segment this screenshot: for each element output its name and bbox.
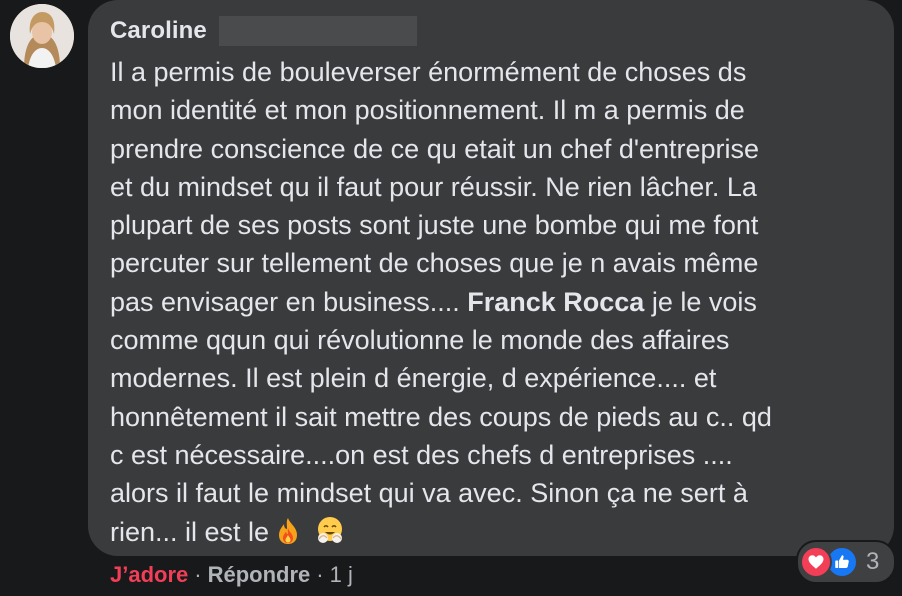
love-reaction-button[interactable]: J’adore: [110, 562, 188, 588]
comment-line: c est nécessaire....on est des chefs d e…: [110, 439, 733, 470]
reply-button[interactable]: Répondre: [208, 562, 311, 588]
comment-line-text: je le vois: [644, 286, 757, 317]
comment-line: comme qqun qui révolutionne le monde des…: [110, 325, 730, 356]
comment-line-text: rien... il est le: [110, 516, 270, 547]
avatar[interactable]: [10, 4, 74, 68]
comment-line: alors il faut le mindset qui va avec. Si…: [110, 478, 748, 509]
comment-text: Il a permis de bouleverser énormément de…: [110, 53, 872, 551]
comment-line: percuter sur tellement de choses que je …: [110, 248, 759, 279]
timestamp[interactable]: 1 j: [330, 562, 353, 588]
comment-line-with-mention: pas envisager en business.... Franck Roc…: [110, 283, 872, 321]
redacted-surname: [218, 16, 417, 46]
comment-line: plupart de ses posts sont juste une bomb…: [110, 210, 759, 241]
comment-header: Caroline: [110, 14, 872, 48]
reactions-summary[interactable]: 3: [796, 540, 896, 584]
comment-line: Il a permis de bouleverser énormément de…: [110, 57, 747, 87]
comment-line: honnêtement il sait mettre des coups de …: [110, 401, 772, 432]
comment-line: prendre conscience de ce qu etait un che…: [110, 133, 760, 164]
heart-icon: [800, 546, 832, 578]
comment-line-last: rien... il est le: [110, 513, 872, 551]
comment-author[interactable]: Caroline: [110, 17, 207, 45]
separator-dot: ·: [316, 562, 324, 587]
comment-actions: J’adore · Répondre · 1 j: [110, 562, 353, 588]
comment-line: modernes. Il est plein d énergie, d expé…: [110, 363, 717, 394]
separator-dot: ·: [194, 562, 202, 587]
comment-line: mon identité et mon positionnement. Il m…: [110, 95, 745, 126]
comment-line-text: pas envisager en business....: [110, 286, 460, 317]
comment-line: et du mindset qu il faut pour réussir. N…: [110, 171, 757, 202]
reaction-count: 3: [866, 548, 880, 575]
fire-emoji: [273, 516, 303, 546]
hugging-face-emoji: [315, 516, 345, 546]
comment-bubble: Caroline Il a permis de bouleverser énor…: [88, 0, 894, 556]
mention-link[interactable]: Franck Rocca: [467, 287, 644, 317]
